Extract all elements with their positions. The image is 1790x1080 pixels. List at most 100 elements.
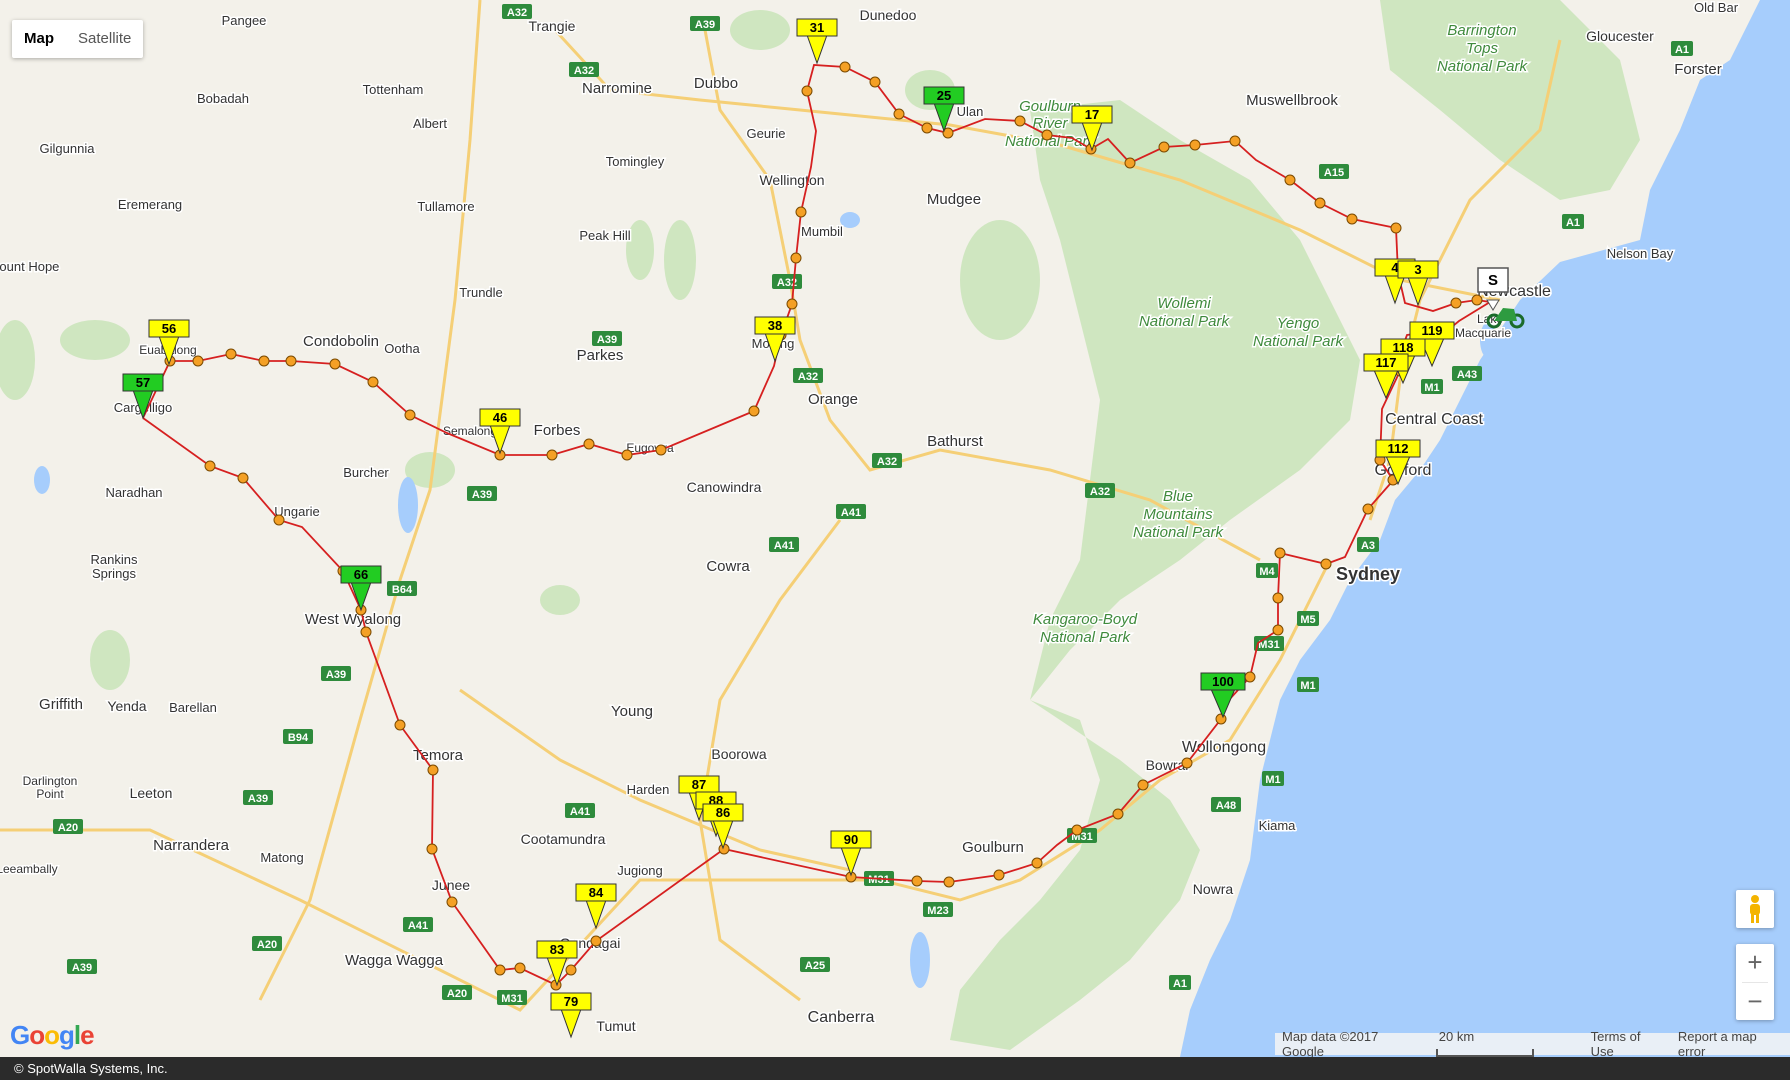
route-point[interactable]: [795, 206, 807, 218]
route-point[interactable]: [273, 514, 285, 526]
place-label: Yengo: [1277, 315, 1320, 332]
road-shield: M4: [1256, 563, 1278, 578]
terms-link[interactable]: Terms of Use: [1584, 1029, 1671, 1059]
place-label: National Park: [1253, 333, 1345, 350]
report-error-link[interactable]: Report a map error: [1671, 1029, 1790, 1059]
route-point[interactable]: [993, 869, 1005, 881]
scale-indicator[interactable]: 20 km: [1425, 1029, 1584, 1059]
checkpoint-flag[interactable]: 31: [796, 18, 838, 65]
street-view-pegman-icon[interactable]: [1736, 890, 1774, 928]
route-point[interactable]: [426, 843, 438, 855]
checkpoint-flag[interactable]: 56: [148, 319, 190, 366]
route-point[interactable]: [1362, 503, 1374, 515]
place-label: National Park: [1437, 58, 1529, 75]
route-point[interactable]: [225, 348, 237, 360]
route-point[interactable]: [285, 355, 297, 367]
checkpoint-flag[interactable]: 84: [575, 883, 617, 930]
checkpoint-flag[interactable]: 79: [550, 992, 592, 1039]
route-point[interactable]: [1471, 294, 1483, 306]
route-point[interactable]: [1320, 558, 1332, 570]
route-point[interactable]: [893, 108, 905, 120]
road-shield: A32: [1085, 483, 1115, 498]
road-shield: A41: [769, 537, 799, 552]
route-point[interactable]: [1314, 197, 1326, 209]
checkpoint-label: 84: [589, 885, 604, 900]
checkpoint-label: 79: [564, 994, 578, 1009]
route-point[interactable]: [748, 405, 760, 417]
route-point[interactable]: [790, 252, 802, 264]
route-point[interactable]: [394, 719, 406, 731]
map-type-map-button[interactable]: Map: [12, 20, 66, 58]
route-point[interactable]: [1041, 129, 1053, 141]
route-point[interactable]: [427, 764, 439, 776]
route-point[interactable]: [565, 964, 577, 976]
route-point[interactable]: [1137, 779, 1149, 791]
route-point[interactable]: [329, 358, 341, 370]
svg-text:A1: A1: [1566, 217, 1580, 229]
place-label: Tullamore: [417, 199, 474, 214]
route-point[interactable]: [655, 444, 667, 456]
route-point[interactable]: [1158, 141, 1170, 153]
route-point[interactable]: [360, 626, 372, 638]
route-point[interactable]: [621, 449, 633, 461]
road-shield: A48: [1211, 797, 1241, 812]
checkpoint-label: 118: [1393, 340, 1414, 355]
route-point[interactable]: [943, 876, 955, 888]
road-shield: A15: [1319, 164, 1349, 179]
checkpoint-flag[interactable]: 100: [1200, 672, 1246, 719]
route-point[interactable]: [494, 964, 506, 976]
route-point[interactable]: [1014, 115, 1026, 127]
checkpoint-label: 57: [136, 375, 150, 390]
route-point[interactable]: [911, 875, 923, 887]
route-point[interactable]: [801, 85, 813, 97]
svg-text:M1: M1: [1424, 382, 1439, 394]
checkpoint-flag[interactable]: 66: [340, 565, 382, 612]
route-point[interactable]: [839, 61, 851, 73]
map-canvas[interactable]: Pangee Trangie Dunedoo Old Bar BarringtonTop…: [0, 0, 1790, 1057]
place-label: Burcher: [343, 465, 389, 480]
route-point[interactable]: [404, 409, 416, 421]
route-point[interactable]: [1112, 808, 1124, 820]
route-point[interactable]: [869, 76, 881, 88]
route-point[interactable]: [192, 355, 204, 367]
place-label: Muswellbrook: [1246, 92, 1338, 109]
road-shield: A39: [592, 331, 622, 346]
zoom-out-button[interactable]: −: [1736, 983, 1774, 1021]
route-point[interactable]: [1229, 135, 1241, 147]
road-shield: A39: [67, 959, 97, 974]
route-point[interactable]: [258, 355, 270, 367]
route-point[interactable]: [546, 449, 558, 461]
route-point[interactable]: [921, 122, 933, 134]
svg-text:A41: A41: [841, 507, 861, 519]
route-point[interactable]: [1450, 297, 1462, 309]
map-type-satellite-button[interactable]: Satellite: [66, 20, 143, 58]
route-point[interactable]: [1274, 547, 1286, 559]
route-point[interactable]: [237, 472, 249, 484]
route-point[interactable]: [1390, 222, 1402, 234]
route-point[interactable]: [1346, 213, 1358, 225]
route-point[interactable]: [1071, 824, 1083, 836]
route-point[interactable]: [1272, 592, 1284, 604]
route-point[interactable]: [583, 438, 595, 450]
route-point[interactable]: [1284, 174, 1296, 186]
place-label: National Park: [1133, 524, 1225, 541]
route-point[interactable]: [1272, 624, 1284, 636]
route-point[interactable]: [1181, 757, 1193, 769]
route-point[interactable]: [1189, 139, 1201, 151]
route-point[interactable]: [786, 298, 798, 310]
route-point[interactable]: [514, 962, 526, 974]
route-point[interactable]: [446, 896, 458, 908]
route-point[interactable]: [204, 460, 216, 472]
checkpoint-label: 86: [716, 805, 730, 820]
route-point[interactable]: [1031, 857, 1043, 869]
route-point[interactable]: [367, 376, 379, 388]
start-marker[interactable]: S: [1477, 267, 1509, 311]
route-point[interactable]: [1244, 671, 1256, 683]
route-point[interactable]: [1124, 157, 1136, 169]
route-point[interactable]: [590, 935, 602, 947]
zoom-in-button[interactable]: +: [1736, 944, 1774, 982]
road-shield: A32: [569, 62, 599, 77]
route-point[interactable]: [1215, 713, 1227, 725]
road-shield: A43: [1452, 366, 1482, 381]
checkpoint-label: 38: [768, 318, 782, 333]
